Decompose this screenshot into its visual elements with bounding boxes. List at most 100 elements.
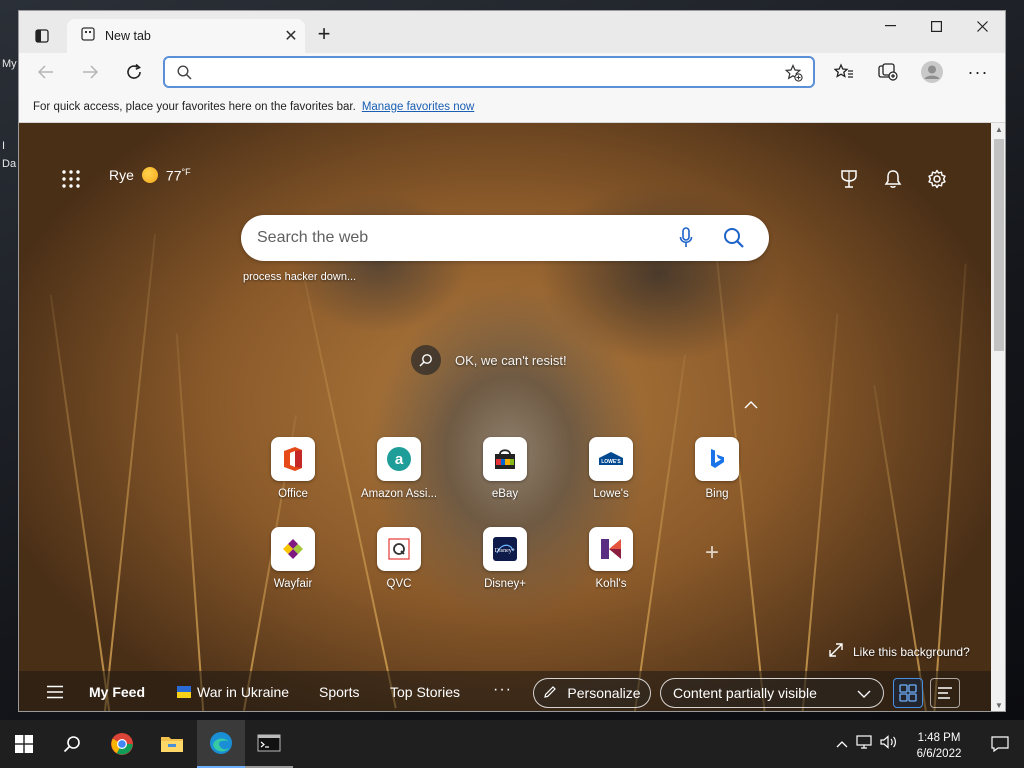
manage-favorites-link[interactable]: Manage favorites now	[362, 101, 475, 113]
clock-date: 6/6/2022	[916, 748, 962, 760]
background-query[interactable]: OK, we can't resist!	[411, 345, 567, 375]
close-window-icon[interactable]	[959, 11, 1005, 41]
terminal-icon[interactable]	[245, 720, 293, 768]
profile-avatar[interactable]	[917, 57, 947, 87]
quick-link-wayfair[interactable]: Wayfair	[245, 527, 341, 607]
like-background-button[interactable]: Like this background?	[829, 643, 970, 660]
tab-new-tab[interactable]: New tab ✕	[67, 19, 305, 53]
new-tab-icon	[81, 26, 95, 46]
refresh-icon[interactable]	[119, 57, 149, 87]
ukraine-flag-icon	[177, 686, 191, 698]
office-icon	[271, 437, 315, 481]
quick-link-amazon[interactable]: a Amazon Assi...	[351, 437, 447, 517]
weather-widget[interactable]: Rye 77°F	[109, 167, 191, 184]
quick-link-label: QVC	[386, 578, 412, 590]
settings-gear-icon[interactable]	[925, 167, 949, 191]
minimize-icon[interactable]	[867, 11, 913, 41]
feed-tab-war-in-ukraine[interactable]: War in Ukraine	[177, 684, 289, 700]
personalize-label: Personalize	[567, 685, 641, 701]
volume-icon[interactable]	[880, 734, 898, 754]
taskbar: 1:48 PM 6/6/2022	[0, 720, 1024, 768]
svg-text:a: a	[395, 451, 404, 468]
desktop-icon-label[interactable]: I	[2, 140, 5, 152]
start-windows-icon[interactable]	[0, 720, 48, 768]
feed-tab-sports[interactable]: Sports	[319, 684, 359, 700]
microphone-icon[interactable]	[679, 227, 693, 254]
search-icon[interactable]	[723, 227, 745, 254]
search-icon	[411, 345, 441, 375]
file-explorer-icon[interactable]	[148, 720, 196, 768]
taskbar-clock[interactable]: 1:48 PM 6/6/2022	[908, 730, 970, 762]
rewards-icon[interactable]	[837, 167, 861, 191]
page-scrollbar[interactable]: ▲ ▼	[991, 123, 1005, 711]
tab-actions-icon[interactable]	[33, 27, 51, 45]
edge-icon[interactable]	[197, 720, 245, 768]
back-icon[interactable]	[31, 57, 61, 87]
quick-link-label: Disney+	[484, 578, 526, 590]
add-site-icon[interactable]: +	[705, 541, 725, 565]
background-grass	[175, 333, 205, 711]
disney-plus-icon: Disney+	[483, 527, 527, 571]
favorites-icon[interactable]	[829, 57, 859, 87]
feed-tab-top-stories[interactable]: Top Stories	[390, 684, 460, 700]
desktop-icon-label[interactable]: My	[2, 58, 17, 70]
favorites-bar: For quick access, place your favorites h…	[19, 91, 1005, 123]
background-grass	[49, 294, 111, 711]
more-options-icon[interactable]: ···	[963, 57, 993, 87]
new-tab-button[interactable]: +	[311, 21, 337, 47]
list-layout-icon[interactable]	[930, 678, 960, 708]
grid-layout-icon[interactable]	[893, 678, 923, 708]
chevron-down-icon	[857, 685, 871, 701]
amazon-icon: a	[377, 437, 421, 481]
kohls-icon	[589, 527, 633, 571]
feed-tab-my-feed[interactable]: My Feed	[89, 684, 145, 700]
chevron-up-icon[interactable]	[743, 397, 759, 413]
app-launcher-icon[interactable]	[61, 169, 81, 189]
trending-search-link[interactable]: process hacker down...	[243, 271, 356, 283]
scroll-up-icon[interactable]: ▲	[991, 123, 1005, 137]
system-tray	[836, 720, 898, 768]
chrome-icon[interactable]	[98, 720, 146, 768]
maximize-icon[interactable]	[913, 11, 959, 41]
search-icon[interactable]	[48, 720, 96, 768]
toolbar: ···	[19, 53, 1005, 91]
content-visibility-dropdown[interactable]: Content partially visible	[660, 678, 884, 708]
notifications-bell-icon[interactable]	[881, 167, 905, 191]
quick-link-qvc[interactable]: QVC	[351, 527, 447, 607]
hamburger-menu-icon[interactable]	[47, 685, 63, 699]
tab-title: New tab	[105, 29, 151, 43]
notification-center-icon[interactable]	[976, 720, 1024, 768]
close-tab-icon[interactable]: ✕	[277, 22, 305, 50]
quick-link-label: Kohl's	[595, 578, 627, 590]
desktop-icon-label[interactable]: Da	[2, 158, 16, 170]
collections-icon[interactable]	[873, 57, 903, 87]
favorites-bar-message: For quick access, place your favorites h…	[33, 100, 356, 113]
lowes-icon: LOWE'S	[589, 437, 633, 481]
quick-link-label: Lowe's	[593, 488, 629, 500]
quick-link-lowes[interactable]: LOWE'S Lowe's	[563, 437, 659, 517]
quick-link-office[interactable]: Office	[245, 437, 341, 517]
address-input[interactable]	[201, 62, 761, 82]
new-tab-page: Rye 77°F process hacker down...	[19, 123, 991, 711]
web-search-box[interactable]	[241, 215, 769, 261]
chevron-up-icon[interactable]	[836, 735, 848, 753]
weather-location: Rye	[109, 167, 134, 184]
forward-icon[interactable]	[75, 57, 105, 87]
browser-window: New tab ✕ + ··· For quick access, place …	[18, 10, 1006, 712]
quick-link-label: Office	[278, 488, 308, 500]
svg-text:Disney+: Disney+	[495, 548, 516, 554]
feed-more-icon[interactable]: ···	[493, 681, 512, 699]
ebay-icon	[483, 437, 527, 481]
scrollbar-thumb[interactable]	[994, 139, 1004, 351]
tab-bar: New tab ✕ +	[19, 11, 1005, 53]
quick-link-disney-plus[interactable]: Disney+ Disney+	[457, 527, 553, 607]
scroll-down-icon[interactable]: ▼	[991, 699, 1005, 711]
quick-link-ebay[interactable]: eBay	[457, 437, 553, 517]
quick-link-bing[interactable]: Bing	[669, 437, 765, 517]
quick-link-kohls[interactable]: Kohl's	[563, 527, 659, 607]
add-favorite-icon[interactable]	[784, 64, 803, 87]
network-icon[interactable]	[856, 734, 872, 754]
address-bar[interactable]	[163, 56, 815, 88]
personalize-button[interactable]: Personalize	[533, 678, 651, 708]
web-search-input[interactable]	[257, 228, 657, 248]
